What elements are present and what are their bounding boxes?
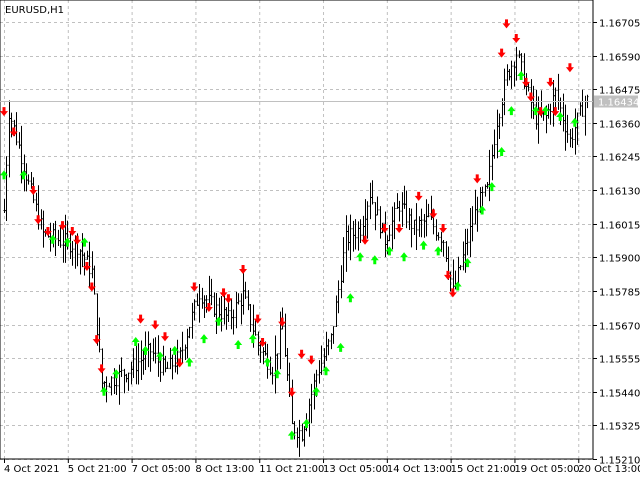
y-tick-label: 1.16360 <box>599 120 640 131</box>
x-tick-label: 19 Oct 05:00 <box>514 464 579 475</box>
x-tick-label: 20 Oct 13:00 <box>578 464 640 475</box>
y-tick-label: 1.16245 <box>599 153 640 164</box>
x-tick-label: 11 Oct 21:00 <box>259 464 324 475</box>
y-tick-label: 1.16590 <box>599 53 640 64</box>
y-tick-label: 1.16130 <box>599 187 640 198</box>
x-tick-label: 14 Oct 13:00 <box>387 464 452 475</box>
y-tick-label: 1.15555 <box>599 355 640 366</box>
x-tick-label: 8 Oct 13:00 <box>195 464 254 475</box>
price-chart[interactable]: 1.16705 1.16590 1.16475 1.16360 1.16245 1.161… <box>0 0 640 480</box>
symbol-label: EURUSD,H1 <box>5 5 64 16</box>
y-tick-label: 1.15670 <box>599 322 640 333</box>
x-tick-label: 4 Oct 2021 <box>4 464 59 475</box>
y-tick-label: 1.16475 <box>599 86 640 97</box>
current-price-marker: 1.16434 <box>594 95 639 109</box>
y-tick-label: 1.16705 <box>599 19 640 30</box>
current-price-label: 1.16434 <box>598 98 639 109</box>
y-tick-label: 1.15325 <box>599 422 640 433</box>
y-tick-label: 1.15440 <box>599 389 640 400</box>
x-tick-label: 7 Oct 05:00 <box>132 464 191 475</box>
chart-background <box>0 0 640 480</box>
x-tick-label: 5 Oct 21:00 <box>68 464 127 475</box>
y-tick-label: 1.16015 <box>599 221 640 232</box>
y-tick-label: 1.15785 <box>599 288 640 299</box>
x-tick-label: 13 Oct 05:00 <box>323 464 388 475</box>
x-tick-label: 15 Oct 21:00 <box>451 464 516 475</box>
y-tick-label: 1.15900 <box>599 254 640 265</box>
